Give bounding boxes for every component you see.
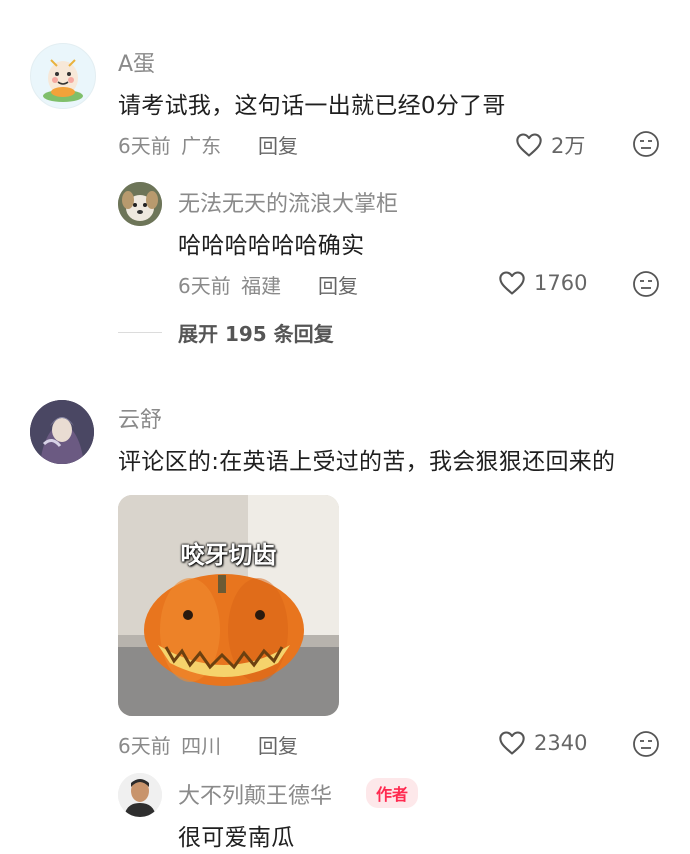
reply-button[interactable]: 回复	[258, 130, 298, 159]
like-button[interactable]: 2340	[498, 730, 587, 756]
like-button[interactable]: 1760	[498, 270, 587, 296]
like-count: 1760	[534, 271, 588, 295]
expand-replies-button[interactable]: 展开 195 条回复	[178, 318, 334, 347]
reply-text: 很可爱南瓜	[178, 825, 295, 851]
sticker-image[interactable]: 咬牙切齿	[118, 495, 339, 716]
comment-username[interactable]: 云舒	[118, 402, 162, 434]
like-button[interactable]: 2万	[515, 130, 585, 160]
avatar[interactable]	[118, 182, 162, 226]
avatar-character-icon	[30, 400, 94, 464]
reply-button[interactable]: 回复	[318, 270, 358, 299]
meh-face-icon	[633, 131, 659, 157]
author-badge: 作者	[366, 778, 419, 808]
avatar-person-icon	[118, 773, 162, 817]
avatar[interactable]	[30, 43, 96, 109]
heart-outline-icon	[516, 133, 542, 157]
like-count: 2万	[551, 134, 586, 158]
comment-meta: 6天前 四川	[118, 730, 221, 759]
avatar[interactable]	[30, 400, 94, 464]
reply-time: 6天前	[178, 274, 231, 298]
sticker-caption: 咬牙切齿	[180, 541, 277, 569]
dislike-button[interactable]	[632, 130, 660, 162]
dislike-button[interactable]	[632, 730, 660, 762]
comment-username[interactable]: A蛋	[118, 46, 155, 78]
comment-text: 请考试我，这句话一出就已经0分了哥	[118, 93, 506, 119]
reply-location: 福建	[241, 274, 282, 298]
comment-text: 评论区的:在英语上受过的苦，我会狠狠还回来的	[118, 449, 616, 475]
dislike-button[interactable]	[632, 270, 660, 302]
meh-face-icon	[633, 271, 659, 297]
expand-divider	[118, 332, 162, 333]
comment-time: 6天前	[118, 734, 171, 758]
reply-username[interactable]: 大不列颠王德华	[178, 778, 332, 810]
heart-outline-icon	[499, 271, 525, 295]
avatar-dog-icon	[118, 182, 162, 226]
reply-username[interactable]: 无法无天的流浪大掌柜	[178, 186, 398, 218]
comment-location: 四川	[181, 734, 222, 758]
heart-outline-icon	[499, 731, 525, 755]
reply-button[interactable]: 回复	[258, 730, 298, 759]
reply-meta: 6天前 福建	[178, 270, 281, 299]
meh-face-icon	[633, 731, 659, 757]
avatar[interactable]	[118, 773, 162, 817]
comment-time: 6天前	[118, 134, 171, 158]
avatar-egg-icon	[43, 59, 83, 102]
comment-location: 广东	[181, 134, 222, 158]
pumpkin-sticker-icon	[118, 495, 339, 716]
like-count: 2340	[534, 731, 588, 755]
reply-text: 哈哈哈哈哈哈确实	[178, 233, 365, 259]
comment-meta: 6天前 广东	[118, 130, 221, 159]
